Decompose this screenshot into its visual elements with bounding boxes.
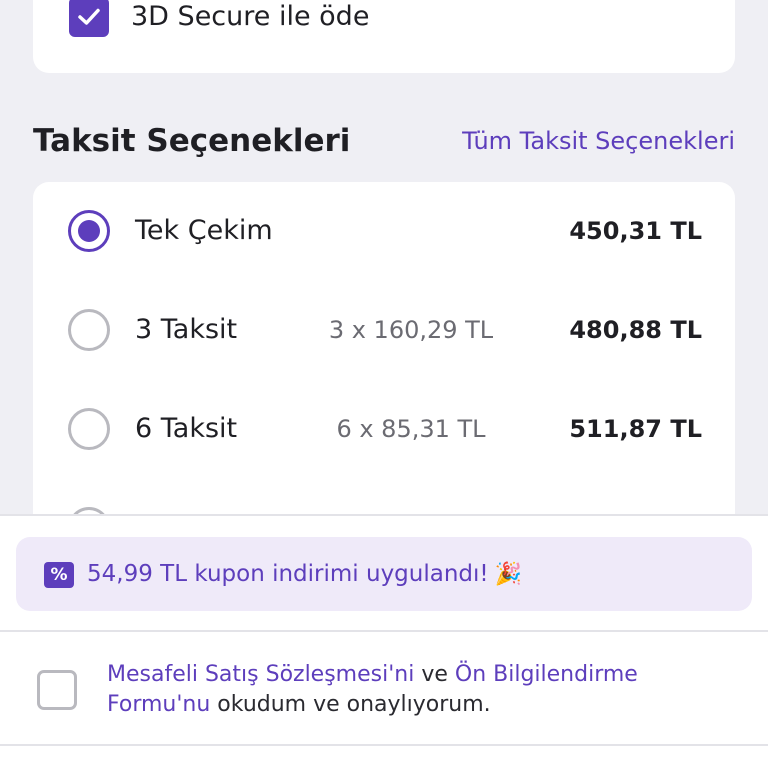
radio-icon[interactable] xyxy=(68,309,110,351)
secure3d-checkbox[interactable] xyxy=(69,0,109,37)
divider xyxy=(0,744,768,746)
party-popper-icon: 🎉 xyxy=(494,562,523,587)
installments-title: Taksit Seçenekleri xyxy=(33,123,351,159)
agreement-text: Mesafeli Satış Sözleşmesi'ni ve Ön Bilgi… xyxy=(107,660,707,720)
option-total: 511,87 TL xyxy=(569,415,702,443)
coupon-message: 54,99 TL kupon indirimi uygulandı! xyxy=(87,561,489,587)
option-name: 3 Taksit xyxy=(135,314,238,345)
agreement-suffix: okudum ve onaylıyorum. xyxy=(210,692,491,717)
option-name: Tek Çekim xyxy=(135,215,273,246)
installment-option-tek-cekim[interactable]: Tek Çekim 450,31 TL xyxy=(33,202,735,262)
installment-option-3-taksit[interactable]: 3 Taksit 3 x 160,29 TL 480,88 TL xyxy=(33,301,735,361)
agreement-connector: ve xyxy=(414,662,455,687)
distance-sales-contract-link[interactable]: Mesafeli Satış Sözleşmesi'ni xyxy=(107,662,414,687)
installment-option-6-taksit[interactable]: 6 Taksit 6 x 85,31 TL 511,87 TL xyxy=(33,400,735,460)
divider xyxy=(0,630,768,632)
option-total: 450,31 TL xyxy=(569,217,702,245)
option-per-installment: 3 x 160,29 TL xyxy=(328,316,494,344)
checkmark-icon xyxy=(78,8,100,25)
all-installments-link[interactable]: Tüm Taksit Seçenekleri xyxy=(462,124,735,158)
option-name: 6 Taksit xyxy=(135,413,238,444)
option-per-installment: 6 x 85,31 TL xyxy=(336,415,486,443)
coupon-text: 54,99 TL kupon indirimi uygulandı! 🎉 xyxy=(87,559,522,590)
radio-icon[interactable] xyxy=(68,408,110,450)
percent-tag-icon: % xyxy=(44,562,74,588)
bottom-sheet: % 54,99 TL kupon indirimi uygulandı! 🎉 Me… xyxy=(0,514,768,768)
installment-options-card: Tek Çekim 450,31 TL 3 Taksit 3 x 160,29 … xyxy=(33,182,735,542)
agreement-checkbox[interactable] xyxy=(37,670,77,710)
option-total: 480,88 TL xyxy=(569,316,702,344)
secure3d-label[interactable]: 3D Secure ile öde xyxy=(131,0,369,34)
radio-selected-icon[interactable] xyxy=(68,210,110,252)
coupon-banner: % 54,99 TL kupon indirimi uygulandı! 🎉 xyxy=(16,537,752,611)
